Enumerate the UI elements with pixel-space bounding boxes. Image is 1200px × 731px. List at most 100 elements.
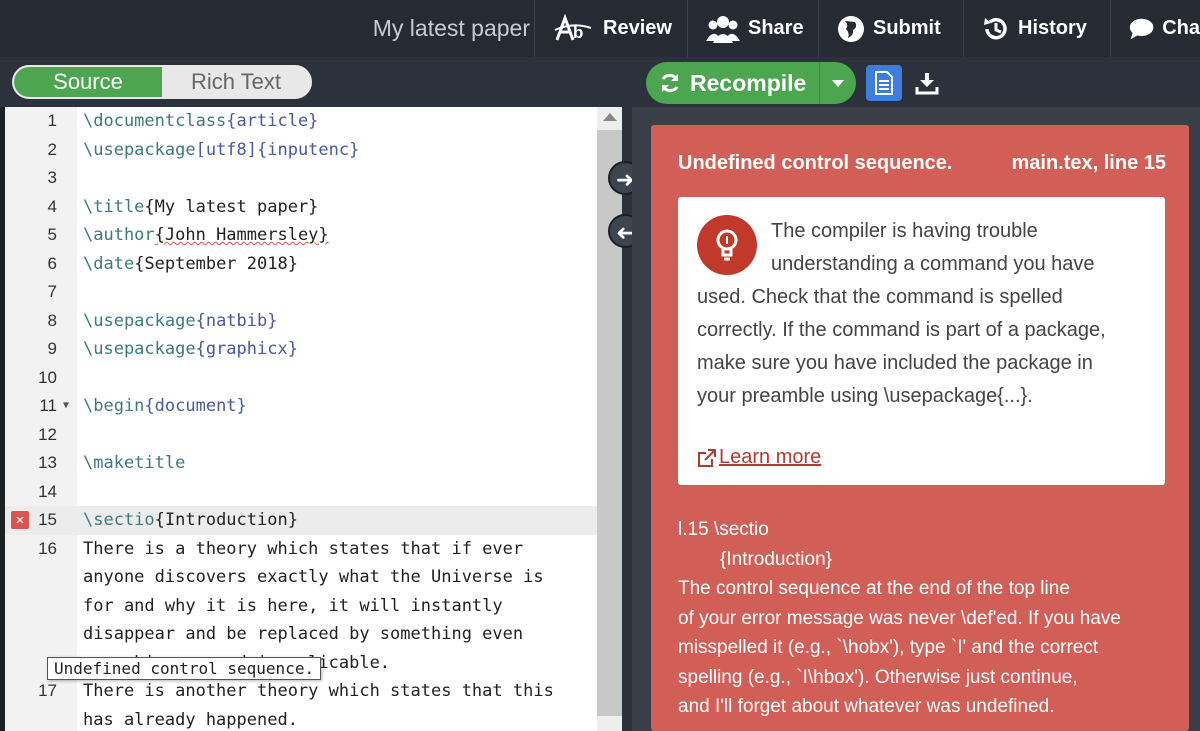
line-number: 17 (38, 681, 57, 700)
code-text: \usepackage[utf8]{inputenc} (83, 136, 359, 165)
learn-more-label: Learn more (719, 446, 822, 468)
download-pdf-button[interactable] (912, 65, 942, 101)
download-icon (915, 73, 939, 95)
line-number: 16 (38, 538, 57, 558)
share-icon (706, 15, 740, 43)
chevron-down-icon[interactable] (832, 80, 844, 87)
code-line[interactable]: 11 ▼ \begin{document} (5, 392, 597, 421)
code-line[interactable]: anyone discovers exactly what the Univer… (5, 563, 597, 592)
line-number: 13 (38, 453, 57, 472)
recompile-separator (819, 62, 820, 104)
latex-argument: {graphicx} (195, 339, 298, 359)
fold-arrow-icon[interactable]: ▼ (63, 392, 69, 421)
learn-more-link[interactable]: Learn more (697, 446, 821, 469)
line-number: 10 (38, 367, 57, 387)
editor-mode-toggle[interactable]: Source Rich Text (12, 65, 312, 99)
code-rest: {John Hammersley} (154, 225, 329, 245)
code-rest: {My latest paper} (144, 196, 319, 217)
document-icon (875, 71, 893, 95)
line-number: 9 (47, 339, 57, 358)
code-text: \author{John Hammersley} (83, 221, 329, 250)
line-number: 11 (39, 396, 57, 415)
raw-log-message: The control sequence at the end of the t… (678, 578, 1121, 717)
latex-command: \usepackage (83, 339, 196, 359)
code-text: disappear and be replaced by something e… (83, 624, 524, 644)
hint-text-container: The compiler is having trouble understan… (697, 215, 1137, 413)
code-text: anyone discovers exactly what the Univer… (83, 567, 544, 587)
code-line[interactable]: 9 \usepackage{graphicx} (5, 335, 597, 364)
raw-log-line: l.15 \sectio (678, 519, 769, 540)
code-line[interactable]: disappear and be replaced by something e… (5, 620, 597, 649)
latex-command: \title (83, 196, 145, 217)
code-line[interactable]: for and why it is here, it will instantl… (5, 592, 597, 621)
code-line[interactable]: 4 \title{My latest paper} (5, 193, 597, 222)
code-text: \begin{document} (83, 392, 247, 421)
chat-icon (1129, 18, 1154, 39)
chat-button[interactable]: Cha (1110, 0, 1200, 57)
error-location-link[interactable]: main.tex, line 15 (900, 152, 1166, 175)
error-marker-icon[interactable]: ✕ (11, 511, 29, 529)
hint-icon-spacer (697, 215, 771, 277)
raw-log-output: l.15 \sectio {Introduction} The control se… (678, 515, 1178, 722)
code-text: \maketitle (83, 449, 185, 478)
code-line[interactable]: 10 (5, 364, 597, 393)
history-label: History (1018, 17, 1087, 39)
rich-text-mode-button[interactable]: Rich Text (162, 67, 310, 97)
code-line[interactable]: 15 ✕ \sectio{Introduction} (5, 506, 597, 535)
line-number: 8 (47, 310, 57, 330)
latex-command: \author (83, 225, 155, 245)
latex-command: \usepackage (83, 139, 196, 160)
line-number: 12 (38, 424, 57, 444)
code-line[interactable]: has already happened. (5, 706, 597, 731)
scroll-up-arrow-icon[interactable] (603, 113, 617, 121)
chat-label: Cha (1162, 17, 1200, 39)
latex-argument: {document} (144, 396, 247, 416)
submit-button[interactable]: Submit (818, 0, 963, 57)
external-link-icon (698, 448, 716, 467)
code-line[interactable]: 17 There is another theory which states t… (5, 677, 597, 706)
code-line[interactable]: 3 (5, 164, 597, 193)
history-icon (984, 17, 1007, 39)
review-button[interactable]: b Review (534, 0, 687, 57)
code-line[interactable]: 16 There is a theory which states that if… (5, 535, 597, 564)
latex-command: \begin (83, 396, 145, 416)
line-number: 6 (47, 253, 57, 273)
code-line[interactable]: 14 (5, 478, 597, 507)
line-number: 3 (47, 168, 57, 187)
latex-command: \date (83, 253, 135, 274)
recompile-button[interactable]: Recompile (646, 62, 856, 104)
editor-toolbar: Source Rich Text (0, 57, 632, 107)
review-icon: b (554, 13, 592, 42)
latex-command: \documentclass (83, 111, 227, 131)
line-number: 14 (38, 481, 57, 501)
code-text: \title{My latest paper} (83, 193, 318, 222)
share-button[interactable]: Share (687, 0, 818, 57)
code-line[interactable]: 8 \usepackage{natbib} (5, 307, 597, 336)
code-line[interactable]: 1 \documentclass{article} (5, 107, 597, 136)
code-line[interactable]: 6 \date{September 2018} (5, 250, 597, 279)
code-text: \documentclass{article} (83, 107, 318, 136)
code-rest: {Introduction} (154, 510, 298, 530)
code-text: \date{September 2018} (83, 250, 298, 279)
history-button[interactable]: History (963, 0, 1110, 57)
code-line[interactable]: 12 (5, 421, 597, 450)
globe-icon (838, 15, 864, 42)
pane-divider[interactable] (622, 57, 632, 731)
code-line[interactable]: 5 \author{John Hammersley} (5, 221, 597, 250)
logs-button[interactable] (866, 65, 902, 101)
refresh-icon (661, 73, 679, 93)
document-title[interactable]: My latest paper (300, 0, 530, 57)
error-tooltip: Undefined control sequence. (47, 657, 322, 680)
line-number: 4 (47, 196, 57, 216)
latex-command: \sectio (83, 510, 155, 530)
code-line[interactable]: 2 \usepackage[utf8]{inputenc} (5, 136, 597, 165)
code-line[interactable]: 13 \maketitle (5, 449, 597, 478)
code-text: has already happened. (83, 709, 298, 730)
latex-command: \maketitle (83, 453, 186, 473)
latex-argument: {article} (226, 111, 319, 131)
recompile-label: Recompile (690, 69, 807, 96)
source-mode-button[interactable]: Source (14, 67, 162, 97)
code-editor[interactable]: 1 \documentclass{article} 2 \usepackage[utf… (5, 107, 597, 731)
code-line[interactable]: 7 (5, 278, 597, 307)
top-bar: My latest paper b Review Share Submit Hi… (0, 0, 1200, 57)
